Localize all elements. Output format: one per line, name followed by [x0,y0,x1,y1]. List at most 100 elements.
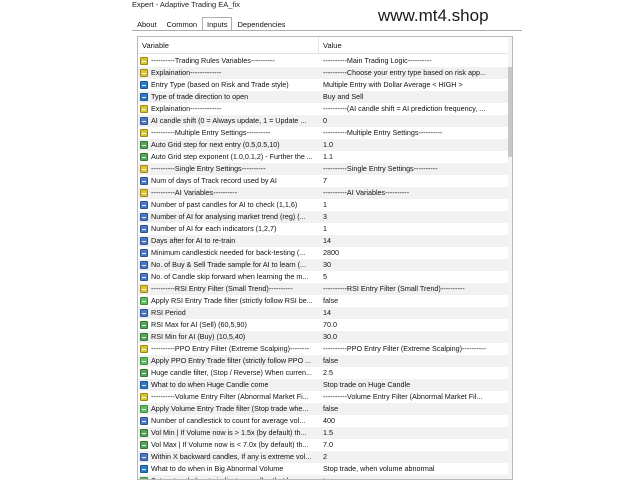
value-cell[interactable]: 1 [319,199,509,211]
table-row[interactable]: ----------PPO Entry Filter (Extreme Scal… [138,343,510,355]
value-cell[interactable]: 30.0 [319,331,509,343]
value-cell[interactable]: Buy and Sell [319,91,509,103]
value-cell[interactable]: 1.0 [319,139,509,151]
value-cell[interactable]: Stop trade on Huge Candle [319,379,509,391]
table-row[interactable]: Apply RSI Entry Trade filter (strictly f… [138,295,510,307]
value-cell[interactable]: 2 [319,451,509,463]
table-row[interactable]: Number of candlestick to count for avera… [138,415,510,427]
table-row[interactable]: Number of past candles for AI to check (… [138,199,510,211]
value-cell[interactable]: ----------Multiple Entry Settings-------… [319,127,509,139]
table-row[interactable]: RSI Min for AI (Buy) (10,5,40) 30.0 [138,331,510,343]
column-header-value[interactable]: Value [319,37,509,53]
value-cell[interactable]: 2.5 [319,367,509,379]
table-row[interactable]: ----------AI Variables---------- --------… [138,187,510,199]
table-row[interactable]: ----------Trading Rules Variables-------… [138,55,510,67]
integer-param-icon [140,273,148,281]
value-cell[interactable]: 0 [319,115,509,127]
table-row[interactable]: Apply Volume Entry Trade filter (Stop tr… [138,403,510,415]
table-row[interactable]: Auto Grid step for next entry (0.5,0.5,1… [138,139,510,151]
table-row[interactable]: Explaination------------- ----------(AI c… [138,103,510,115]
variable-name: Within X backward candles, If any is ext… [151,452,312,461]
variable-cell: Within X backward candles, If any is ext… [138,451,319,463]
table-row[interactable]: AI candle shift (0 = Always update, 1 = … [138,115,510,127]
table-row[interactable]: Number of AI for analysing market trend … [138,211,510,223]
value-cell[interactable]: 400 [319,415,509,427]
variable-cell: Vol Min | If Volume now is > 1.5x (by de… [138,427,319,439]
value-cell[interactable]: ----------RSI Entry Filter (Small Trend)… [319,283,509,295]
table-row[interactable]: ----------Multiple Entry Settings-------… [138,127,510,139]
value-cell[interactable]: false [319,295,509,307]
string-param-icon [140,165,148,173]
scrollbar-thumb[interactable] [508,67,512,157]
value-cell[interactable]: 1.5 [319,427,509,439]
table-row[interactable]: RSI Max for AI (Sell) (60,5,90) 70.0 [138,319,510,331]
table-row[interactable]: ----------RSI Entry Filter (Small Trend)… [138,283,510,295]
value-cell[interactable]: ----------AI Variables---------- [319,187,509,199]
value-cell[interactable]: true [319,475,509,479]
value-cell[interactable]: ----------Choose your entry type based o… [319,67,509,79]
value-cell[interactable]: Multiple Entry with Dollar Average < HIG… [319,79,509,91]
table-row[interactable]: Minimum candlestick needed for back-test… [138,247,510,259]
integer-param-icon [140,225,148,233]
value-cell[interactable]: false [319,403,509,415]
table-row[interactable]: What to do when in Big Abnormal Volume St… [138,463,510,475]
vertical-scrollbar[interactable] [508,37,512,479]
value-cell[interactable]: 5 [319,271,509,283]
variable-name: ----------PPO Entry Filter (Extreme Scal… [151,344,310,353]
double-param-icon [140,441,148,449]
table-row[interactable]: What to do when Huge Candle come Stop tra… [138,379,510,391]
double-param-icon [140,141,148,149]
table-row[interactable]: Days after for AI to re-train 14 [138,235,510,247]
table-row[interactable]: Type of trade direction to open Buy and S… [138,91,510,103]
value-cell[interactable]: 14 [319,235,509,247]
value-cell[interactable]: ----------Single Entry Settings---------… [319,163,509,175]
table-row[interactable]: No. of Candle skip forward when learning… [138,271,510,283]
value-cell[interactable]: 14 [319,307,509,319]
string-param-icon [140,57,148,65]
table-row[interactable]: Apply PPO Entry Trade filter (strictly f… [138,355,510,367]
table-row[interactable]: No. of Buy & Sell Trade sample for AI to… [138,259,510,271]
tab-dependencies[interactable]: Dependencies [232,17,290,31]
variable-cell: No. of Candle skip forward when learning… [138,271,319,283]
table-row[interactable]: Vol Max | If Volume now is < 7.0x (by de… [138,439,510,451]
integer-param-icon [140,201,148,209]
table-row[interactable]: Num of days of Track record used by AI 7 [138,175,510,187]
value-cell[interactable]: false [319,355,509,367]
table-row[interactable]: Vol Min | If Volume now is > 1.5x (by de… [138,427,510,439]
variable-cell: Apply PPO Entry Trade filter (strictly f… [138,355,319,367]
value-cell[interactable]: 7 [319,175,509,187]
table-row[interactable]: ----------Single Entry Settings---------… [138,163,510,175]
variable-name: Days after for AI to re-train [151,236,236,245]
column-header-variable[interactable]: Variable [138,37,319,53]
value-cell[interactable]: ----------(AI candle shift = AI predicti… [319,103,509,115]
value-cell[interactable]: ----------Volume Entry Filter (Abnormal … [319,391,509,403]
tab-about[interactable]: About [132,17,162,31]
table-row[interactable]: Explaination------------- ----------Choos… [138,67,510,79]
table-row[interactable]: ----------Volume Entry Filter (Abnormal … [138,391,510,403]
value-cell[interactable]: 2800 [319,247,509,259]
table-row[interactable]: Auto Grid step exponent (1.0,0.1,2) - Fu… [138,151,510,163]
value-cell[interactable]: ----------PPO Entry Filter (Extreme Scal… [319,343,509,355]
value-cell[interactable]: 30 [319,259,509,271]
table-row[interactable]: Entry Type (based on Risk and Trade styl… [138,79,510,91]
tab-common[interactable]: Common [162,17,202,31]
value-cell[interactable]: ----------Main Trading Logic---------- [319,55,509,67]
double-param-icon [140,153,148,161]
value-cell[interactable]: 70.0 [319,319,509,331]
table-row[interactable]: Huge candle filter, (Stop / Reverse) Whe… [138,367,510,379]
integer-param-icon [140,177,148,185]
variable-name: ----------Multiple Entry Settings-------… [151,128,271,137]
variable-name: Vol Max | If Volume now is < 7.0x (by de… [151,440,309,449]
value-cell[interactable]: 1.1 [319,151,509,163]
variable-cell: Huge candle filter, (Stop / Reverse) Whe… [138,367,319,379]
value-cell[interactable]: Stop trade, when volume abnormal [319,463,509,475]
table-row[interactable]: Set rectangle box to indicator candles t… [138,475,510,479]
tab-inputs[interactable]: Inputs [202,17,233,31]
table-row[interactable]: Number of AI for each indicators (1,2,7)… [138,223,510,235]
table-row[interactable]: Within X backward candles, If any is ext… [138,451,510,463]
value-cell[interactable]: 1 [319,223,509,235]
table-row[interactable]: RSI Period 14 [138,307,510,319]
inputs-table: Variable Value ----------Trading Rules V… [137,36,513,480]
value-cell[interactable]: 3 [319,211,509,223]
value-cell[interactable]: 7.0 [319,439,509,451]
